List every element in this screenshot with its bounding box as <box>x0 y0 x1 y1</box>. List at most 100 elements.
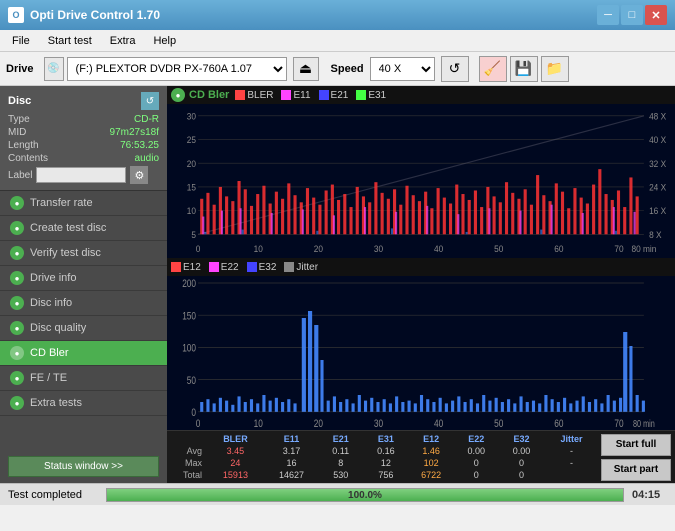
close-button[interactable]: ✕ <box>645 5 667 25</box>
stats-cell: 0 <box>454 457 499 469</box>
nav-item-disc-quality[interactable]: ●Disc quality <box>0 316 167 341</box>
disc-mid-label: MID <box>8 127 26 138</box>
maximize-button[interactable]: □ <box>621 5 643 25</box>
disc-title: Disc <box>8 95 31 107</box>
menu-extra[interactable]: Extra <box>102 33 144 49</box>
app-icon: O <box>8 7 24 23</box>
svg-text:80 min: 80 min <box>631 244 656 255</box>
svg-text:10: 10 <box>254 244 263 255</box>
stats-col-bler: BLER <box>206 433 265 445</box>
menu-help[interactable]: Help <box>145 33 184 49</box>
stats-cell: 8 <box>318 457 363 469</box>
time-display: 04:15 <box>632 489 667 501</box>
bottom-chart-svg: 200 150 100 50 0 0 10 20 30 40 50 60 70 … <box>167 276 675 430</box>
svg-text:60: 60 <box>554 418 564 430</box>
stats-cell: 14627 <box>265 469 318 481</box>
svg-text:20: 20 <box>314 244 323 255</box>
nav-icon: ● <box>10 321 24 335</box>
progress-container: 100.0% <box>106 488 624 502</box>
drive-select[interactable]: (F:) PLEXTOR DVDR PX-760A 1.07 <box>67 57 287 81</box>
nav-icon: ● <box>10 371 24 385</box>
progress-text: 100.0% <box>107 490 623 501</box>
svg-text:10: 10 <box>254 418 264 430</box>
stats-buttons: Start full Start part <box>601 434 671 481</box>
start-full-button[interactable]: Start full <box>601 434 671 456</box>
svg-text:0: 0 <box>196 418 201 430</box>
svg-text:80 min: 80 min <box>633 418 655 429</box>
legend-label: E11 <box>293 90 310 101</box>
svg-text:20: 20 <box>187 158 196 169</box>
top-chart-header: ● CD Bler BLERE11E21E31 <box>167 86 675 104</box>
legend-item-e31: E31 <box>356 90 386 101</box>
svg-text:5: 5 <box>191 229 196 240</box>
svg-text:200: 200 <box>182 278 196 291</box>
start-part-button[interactable]: Start part <box>601 459 671 481</box>
nav-item-drive-info[interactable]: ●Drive info <box>0 266 167 291</box>
nav-icon: ● <box>10 271 24 285</box>
svg-text:8 X: 8 X <box>649 229 661 240</box>
svg-text:50: 50 <box>187 375 197 388</box>
nav-item-cd-bler[interactable]: ●CD Bler <box>0 341 167 366</box>
disc-mid-value: 97m27s18f <box>110 127 159 138</box>
legend-color-box <box>247 262 257 272</box>
nav-icon: ● <box>10 246 24 260</box>
nav-icon: ● <box>10 221 24 235</box>
stats-cell: - <box>544 445 599 457</box>
stats-cell: 0.00 <box>499 445 544 457</box>
stats-cell: - <box>544 457 599 469</box>
stats-cell: 12 <box>363 457 408 469</box>
legend-item-e21: E21 <box>319 90 349 101</box>
legend-label: BLER <box>247 90 273 101</box>
top-chart-svg: 30 25 20 15 10 5 48 X 40 X 32 X 24 X 16 … <box>167 104 675 258</box>
burn-button[interactable]: 💾 <box>510 56 538 82</box>
nav-label: Extra tests <box>30 397 82 409</box>
menu-file[interactable]: File <box>4 33 38 49</box>
disc-type-value: CD-R <box>134 114 159 125</box>
save-button[interactable]: 📁 <box>541 56 569 82</box>
stats-cell: 0 <box>499 457 544 469</box>
nav-list: ●Transfer rate ● Create test disc ●Verify t… <box>0 191 167 416</box>
nav-label: Create test disc <box>30 222 106 234</box>
disc-length-label: Length <box>8 140 39 151</box>
svg-text:48 X: 48 X <box>649 111 666 122</box>
disc-refresh-button[interactable]: ↺ <box>141 92 159 110</box>
refresh-button[interactable]: ↺ <box>441 56 469 82</box>
stats-row: Avg3.453.170.110.161.460.000.00- <box>171 445 599 457</box>
status-window-button[interactable]: Status window >> <box>8 456 159 477</box>
menu-bar: File Start test Extra Help <box>0 30 675 52</box>
label-gear-button[interactable]: ⚙ <box>130 166 148 184</box>
stats-cell: 0.11 <box>318 445 363 457</box>
legend-color-box <box>209 262 219 272</box>
svg-text:50: 50 <box>494 244 503 255</box>
speed-select[interactable]: 40 X <box>370 57 435 81</box>
stats-cell: 102 <box>409 457 454 469</box>
stats-col-e32: E32 <box>499 433 544 445</box>
svg-text:25: 25 <box>187 135 196 146</box>
legend-color-box <box>171 262 181 272</box>
disc-label-input[interactable] <box>36 167 126 183</box>
menu-start-test[interactable]: Start test <box>40 33 100 49</box>
stats-row-label: Total <box>171 469 206 481</box>
nav-item-create-test-disc[interactable]: ● Create test disc <box>0 216 167 241</box>
nav-item-extra-tests[interactable]: ●Extra tests <box>0 391 167 416</box>
nav-item-verify-test-disc[interactable]: ●Verify test disc <box>0 241 167 266</box>
app-title: Opti Drive Control 1.70 <box>30 8 160 22</box>
stats-row: Total1591314627530756672200 <box>171 469 599 481</box>
nav-label: CD Bler <box>30 347 69 359</box>
svg-text:30: 30 <box>374 244 383 255</box>
eject-button[interactable]: ⏏ <box>293 57 319 81</box>
nav-item-disc-info[interactable]: ●Disc info <box>0 291 167 316</box>
stats-cell: 1.46 <box>409 445 454 457</box>
svg-text:0: 0 <box>196 244 201 255</box>
stats-row-label: Max <box>171 457 206 469</box>
minimize-button[interactable]: ─ <box>597 5 619 25</box>
nav-item-transfer-rate[interactable]: ●Transfer rate <box>0 191 167 216</box>
legend-color-box <box>319 90 329 100</box>
erase-button[interactable]: 🧹 <box>479 56 507 82</box>
legend-color-box <box>356 90 366 100</box>
speed-label: Speed <box>331 63 364 75</box>
legend-item-e32: E32 <box>247 262 277 273</box>
nav-item-fe---te[interactable]: ●FE / TE <box>0 366 167 391</box>
stats-col-e12: E12 <box>409 433 454 445</box>
legend-label: E21 <box>331 90 349 101</box>
